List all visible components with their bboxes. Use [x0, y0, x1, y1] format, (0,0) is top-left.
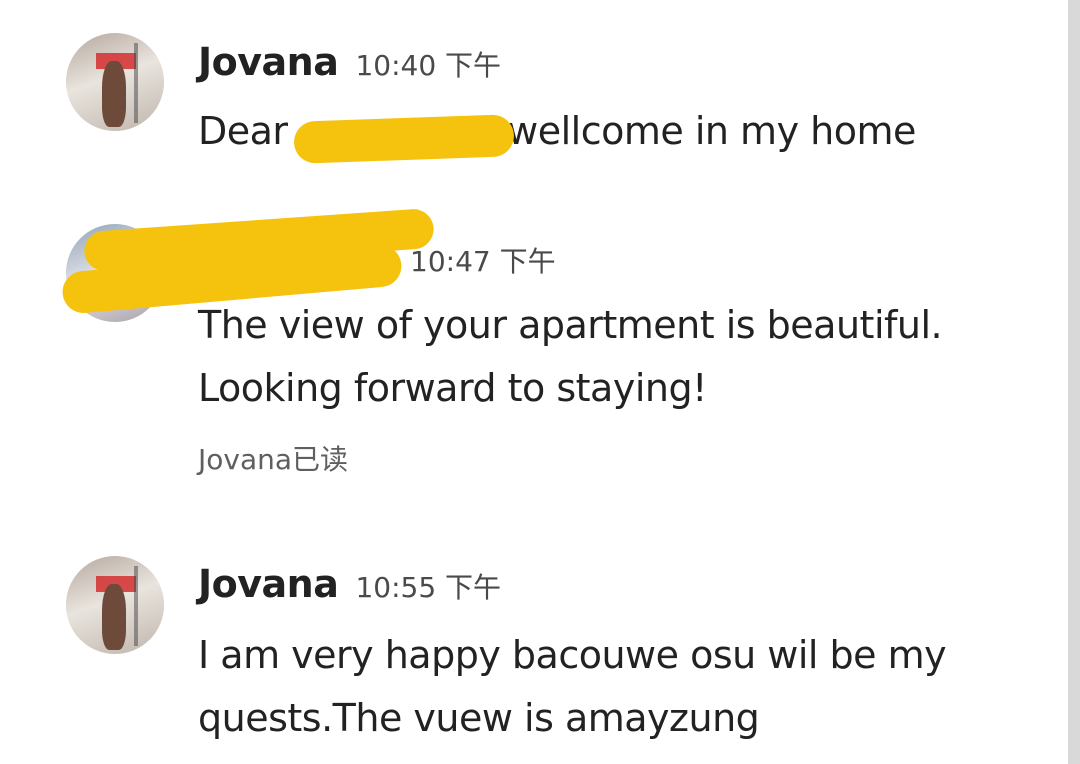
message-time: 10:47 下午: [410, 245, 556, 278]
message-time: 10:40 下午: [355, 49, 502, 82]
message-text-start: Dear: [198, 109, 300, 153]
message-text: The view of your apartment is beautiful.…: [198, 294, 943, 420]
message-line: Looking forward to staying!: [198, 366, 707, 410]
avatar[interactable]: [66, 556, 164, 654]
sender-name[interactable]: Jovana: [198, 562, 339, 606]
message-time: 10:55 下午: [355, 571, 502, 604]
sender-name[interactable]: Jovana: [198, 40, 339, 84]
avatar[interactable]: [66, 33, 164, 131]
message-header: Jovana 10:55 下午: [198, 562, 501, 606]
message-text-end: wellcome in my home: [507, 109, 916, 153]
scrollbar-track[interactable]: [1068, 0, 1080, 764]
message-text: I am very happy bacouwe osu wil be my qu…: [198, 624, 947, 750]
scrollbar-thumb[interactable]: [1068, 0, 1080, 764]
message-line: I am very happy bacouwe osu wil be my: [198, 633, 947, 677]
message-header: Jovana 10:40 下午: [198, 40, 501, 84]
read-receipt: Jovana已读: [198, 443, 349, 476]
message-line: quests.The vuew is amayzung: [198, 696, 760, 740]
message-line: The view of your apartment is beautiful.: [198, 303, 943, 347]
redaction-mark: [293, 114, 515, 164]
